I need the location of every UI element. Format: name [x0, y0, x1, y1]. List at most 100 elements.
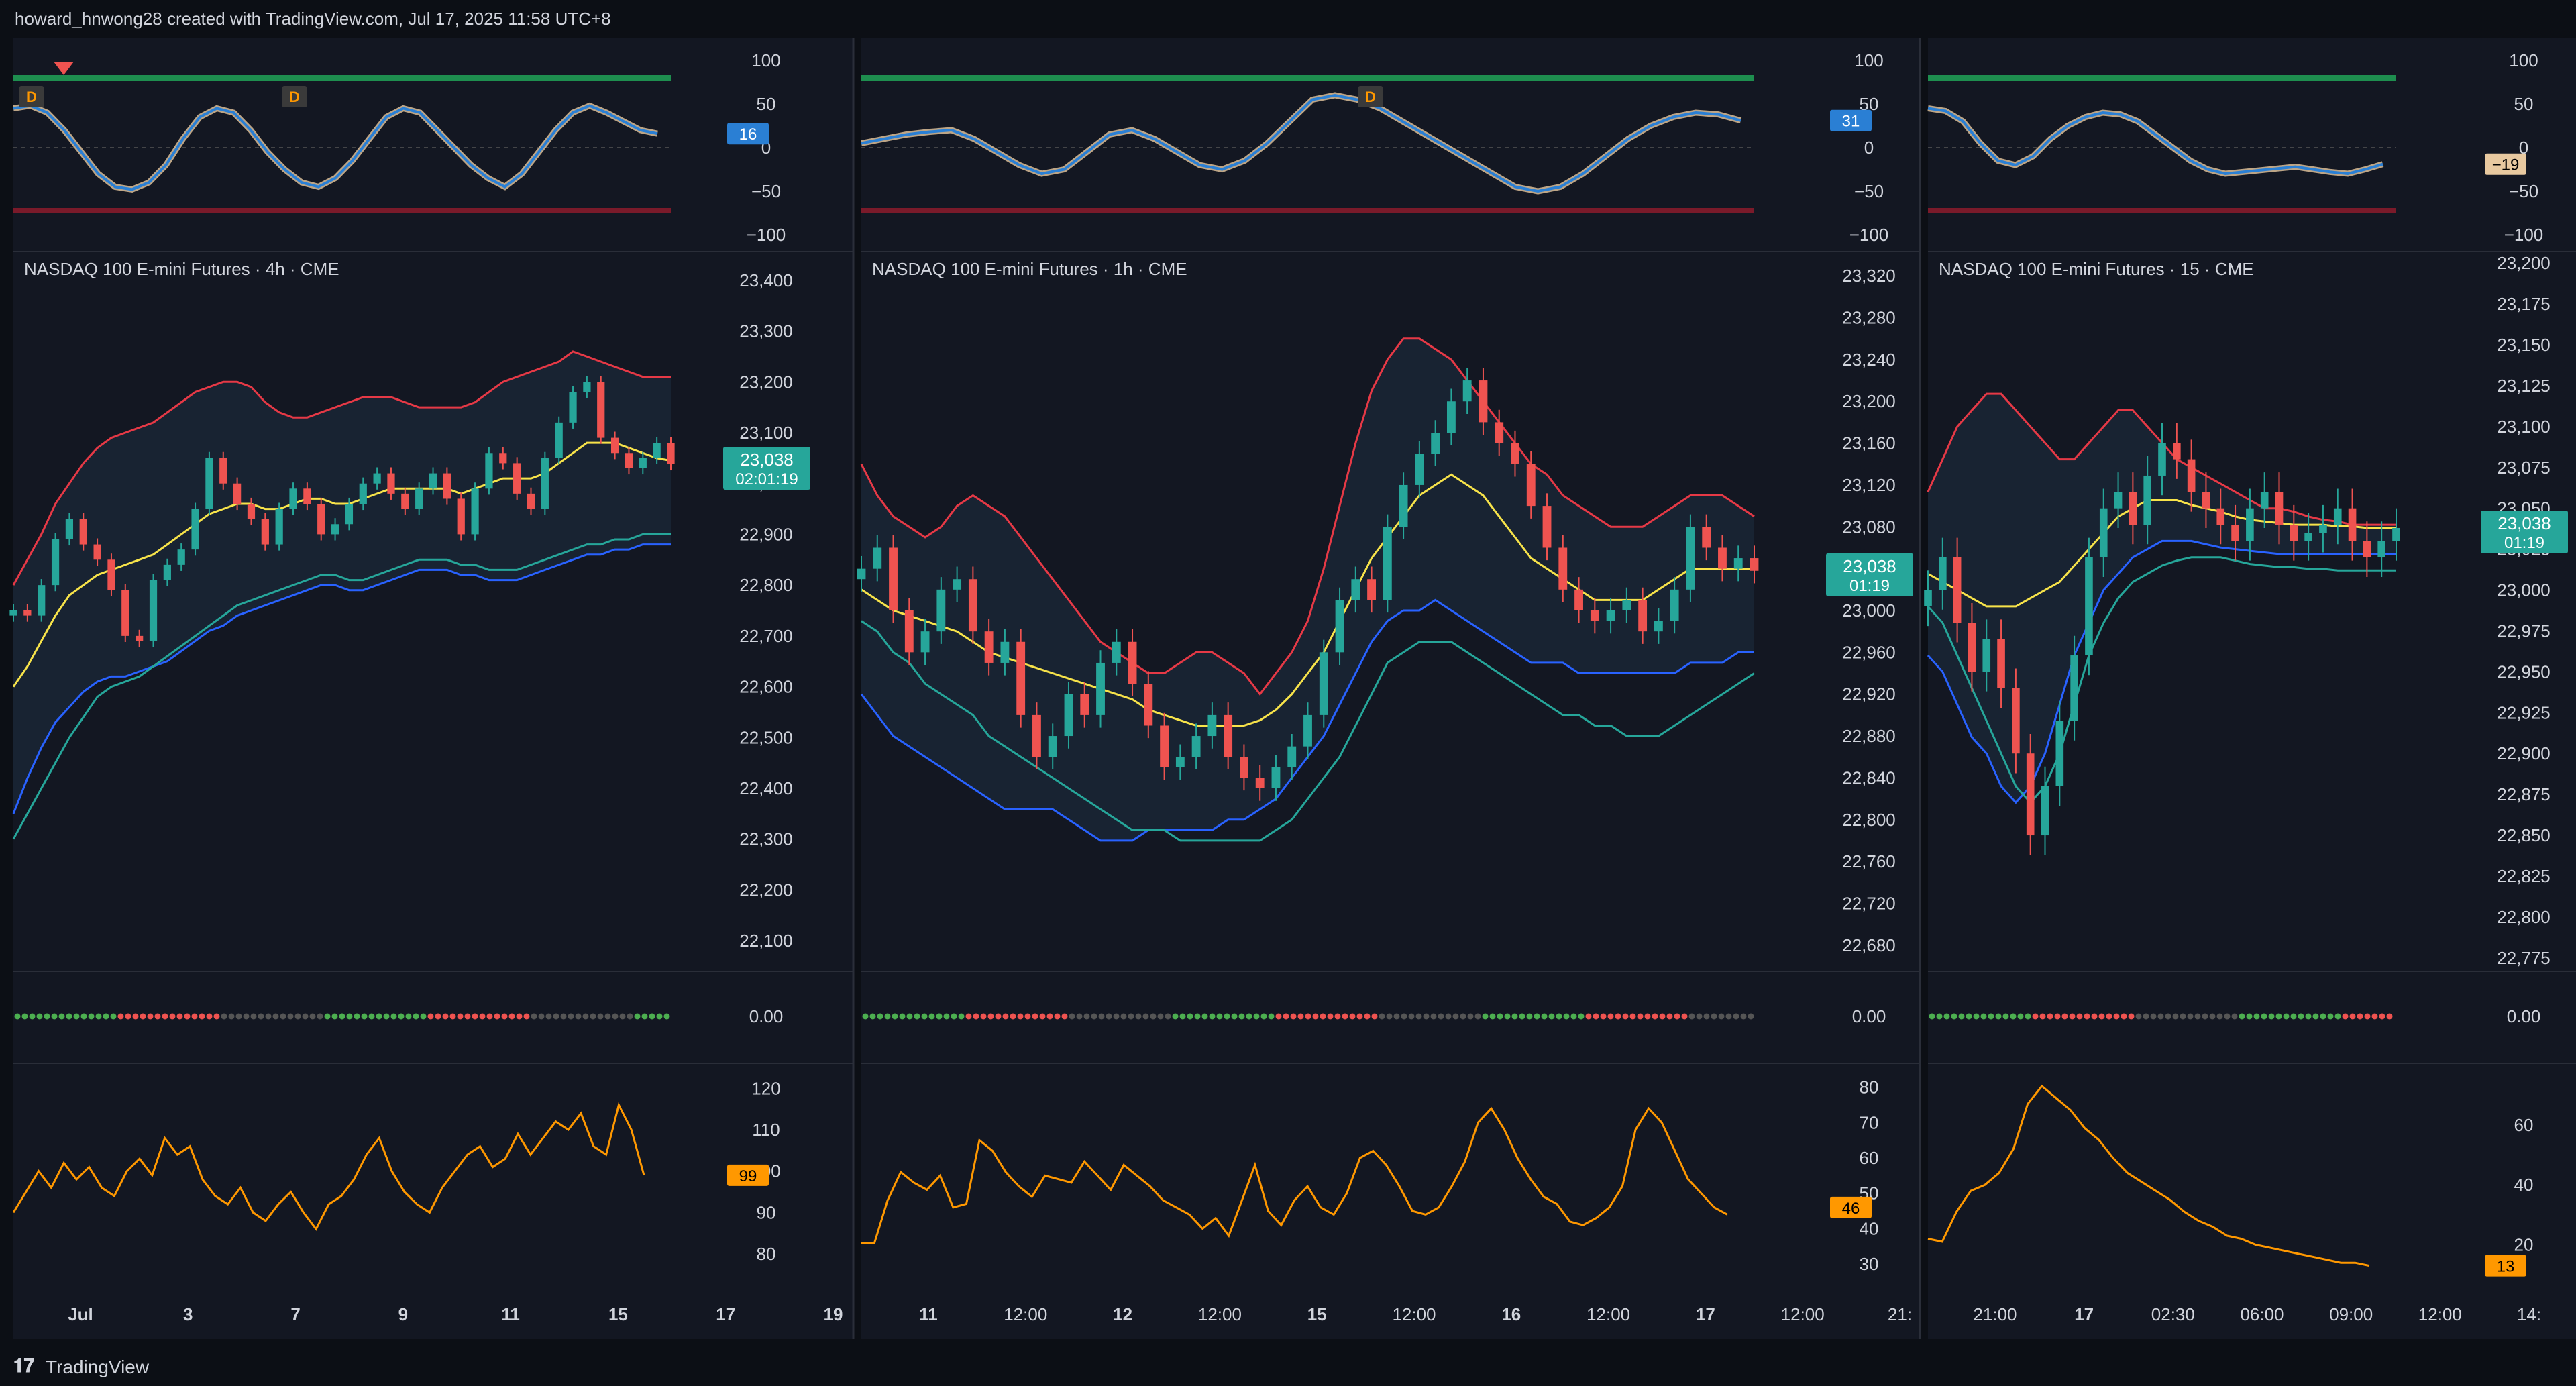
price-tick-label: 23,150 — [2497, 335, 2551, 355]
squeeze-dot — [1024, 1013, 1031, 1020]
squeeze-dot — [958, 1013, 965, 1020]
squeeze-dot — [1246, 1013, 1252, 1020]
squeeze-dot — [66, 1013, 72, 1020]
squeeze-dot — [523, 1013, 530, 1020]
volatility-line — [12, 1102, 645, 1231]
osc-tick-label: 100 — [751, 50, 780, 70]
squeeze-dot — [1995, 1013, 2002, 1020]
candle-body — [1160, 725, 1169, 767]
candle-body — [1431, 433, 1440, 454]
volatility-tick-label: 110 — [752, 1120, 780, 1140]
squeeze-dot — [619, 1013, 626, 1020]
candle-body — [610, 437, 619, 454]
squeeze-dot — [14, 1013, 21, 1020]
squeeze-dot — [1980, 1013, 1987, 1020]
candle-body — [667, 443, 675, 464]
squeeze-dot — [1489, 1013, 1496, 1020]
price-tick-label: 23,320 — [1842, 266, 1896, 286]
squeeze-dot — [2268, 1013, 2275, 1020]
squeeze-dot — [1958, 1013, 1965, 1020]
squeeze-dot — [869, 1013, 876, 1020]
squeeze-dot — [302, 1013, 309, 1020]
candle-body — [2216, 508, 2225, 525]
squeeze-dot — [2128, 1013, 2135, 1020]
tradingview-logo-icon[interactable]: 𝟏𝟕 — [13, 1355, 34, 1377]
last-price-value: 23,038 — [1843, 556, 1896, 576]
price-tick-label: 22,760 — [1842, 851, 1896, 871]
squeeze-dot — [936, 1013, 943, 1020]
candle-body — [247, 504, 256, 519]
squeeze-dot — [1356, 1013, 1363, 1020]
charts-svg[interactable]: 100 50 0 −50 −100 16 D D NASDAQ 100 E-mini Futur… — [0, 0, 2576, 1386]
squeeze-dot — [1578, 1013, 1585, 1020]
squeeze-dot — [1408, 1013, 1415, 1020]
candle-body — [1255, 778, 1265, 788]
candle-body — [583, 382, 591, 392]
osc-tick-label: 100 — [1854, 50, 1883, 70]
squeeze-dot — [472, 1013, 478, 1020]
squeeze-dot — [206, 1013, 213, 1020]
squeeze-dot — [1238, 1013, 1245, 1020]
price-tick-label: 23,125 — [2497, 376, 2551, 396]
x-tick-label: 15 — [608, 1304, 628, 1324]
squeeze-dot — [1541, 1013, 1548, 1020]
squeeze-dot — [656, 1013, 663, 1020]
bar-countdown: 01:19 — [2504, 534, 2544, 552]
squeeze-dot — [928, 1013, 935, 1020]
squeeze-dot — [2202, 1013, 2208, 1020]
volatility-tick-label: 120 — [751, 1078, 780, 1098]
squeeze-dot — [2091, 1013, 2098, 1020]
squeeze-dot — [140, 1013, 146, 1020]
candle-body — [639, 458, 647, 468]
squeeze-dot — [1150, 1013, 1157, 1020]
squeeze-dot — [1585, 1013, 1592, 1020]
squeeze-dot — [663, 1013, 670, 1020]
osc-main-line — [861, 93, 1741, 193]
candle-body — [1319, 652, 1328, 715]
squeeze-dot — [2032, 1013, 2039, 1020]
squeeze-dot — [1615, 1013, 1621, 1020]
squeeze-dot — [449, 1013, 456, 1020]
candle-body — [1415, 454, 1424, 485]
candle-body — [1175, 757, 1185, 767]
squeeze-dot — [272, 1013, 279, 1020]
squeeze-dot — [243, 1013, 250, 1020]
squeeze-dot — [287, 1013, 294, 1020]
squeeze-dot — [568, 1013, 574, 1020]
squeeze-dot — [1607, 1013, 1614, 1020]
brand-name[interactable]: TradingView — [46, 1356, 149, 1378]
squeeze-dot — [2187, 1013, 2194, 1020]
squeeze-dot — [413, 1013, 419, 1020]
squeeze-dot — [2224, 1013, 2231, 1020]
price-tick-label: 23,160 — [1842, 433, 1896, 454]
squeeze-dot — [420, 1013, 427, 1020]
squeeze-dot — [1401, 1013, 1407, 1020]
candle-body — [2275, 492, 2284, 525]
candle-body — [968, 579, 977, 632]
squeeze-dot — [280, 1013, 286, 1020]
squeeze-dot — [1740, 1013, 1747, 1020]
x-tick-label: 15 — [1307, 1304, 1327, 1324]
volatility-tick-label: 60 — [2514, 1115, 2534, 1135]
squeeze-dot — [1113, 1013, 1120, 1020]
squeeze-dot — [2261, 1013, 2267, 1020]
squeeze-dot — [228, 1013, 235, 1020]
squeeze-dot — [538, 1013, 545, 1020]
squeeze-dot — [427, 1013, 434, 1020]
squeeze-dot — [1128, 1013, 1134, 1020]
squeeze-dot — [1305, 1013, 1311, 1020]
candle-body — [443, 473, 451, 499]
squeeze-dot — [117, 1013, 124, 1020]
candle-body — [1128, 641, 1137, 684]
x-tick-label: 9 — [398, 1304, 408, 1324]
squeeze-dot — [376, 1013, 382, 1020]
volatility-tick-label: 40 — [1860, 1218, 1879, 1238]
candle-body — [513, 463, 521, 494]
squeeze-dot — [1091, 1013, 1097, 1020]
osc-tick-label: −50 — [1854, 181, 1884, 201]
squeeze-dot — [51, 1013, 58, 1020]
volatility-current-value: 99 — [739, 1167, 757, 1185]
price-tick-label: 22,800 — [739, 575, 793, 595]
squeeze-dot — [1297, 1013, 1304, 1020]
candle-body — [1208, 714, 1217, 737]
